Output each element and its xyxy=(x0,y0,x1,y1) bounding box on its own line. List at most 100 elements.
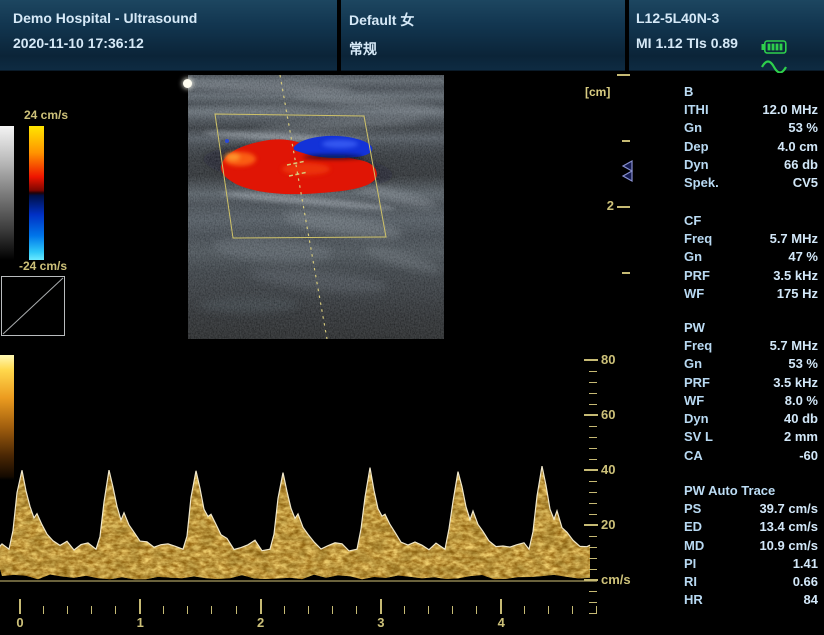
param-row: Gn53 % xyxy=(684,119,818,137)
param-label: ITHI xyxy=(684,102,709,117)
param-value: -60 xyxy=(799,448,818,463)
time-minor-tick xyxy=(187,606,188,614)
param-value: 66 db xyxy=(784,157,818,172)
param-label: Gn xyxy=(684,356,702,371)
param-label: PRF xyxy=(684,375,710,390)
velocity-minor-tick xyxy=(589,404,597,405)
gamma-curve-line xyxy=(3,278,63,334)
velocity-tick-label: cm/s xyxy=(601,572,631,588)
time-minor-tick xyxy=(548,606,549,614)
velocity-minor-tick xyxy=(589,371,597,372)
param-label: Freq xyxy=(684,231,712,246)
time-minor-tick xyxy=(524,606,525,614)
gamma-curve-box xyxy=(1,276,65,336)
bmode-image[interactable] xyxy=(188,75,444,339)
param-value: 175 Hz xyxy=(777,286,818,301)
velocity-tick-label: 80 xyxy=(601,352,615,368)
time-minor-tick xyxy=(163,606,164,614)
param-value: 0.66 xyxy=(793,574,818,589)
velocity-minor-tick xyxy=(589,459,597,460)
time-minor-tick xyxy=(284,606,285,614)
velocity-minor-tick xyxy=(589,591,597,592)
param-row: Gn53 % xyxy=(684,355,818,373)
param-row: PRF 3.5 kHz xyxy=(684,373,818,391)
hospital-name: Demo Hospital - Ultrasound xyxy=(13,10,337,26)
time-minor-tick xyxy=(428,606,429,614)
time-tick-label: 1 xyxy=(132,615,148,631)
depth-tick xyxy=(617,74,630,76)
time-tick-label: 2 xyxy=(253,615,269,631)
param-row: Freq 5.7 MHz xyxy=(684,229,818,247)
time-minor-tick xyxy=(211,606,212,614)
time-major-tick xyxy=(380,599,382,614)
velocity-minor-tick xyxy=(589,536,597,537)
orientation-marker-dot xyxy=(183,79,192,88)
velocity-major-tick xyxy=(584,469,598,471)
gray-map-bar xyxy=(0,126,14,260)
time-major-tick xyxy=(260,599,262,614)
param-value: 84 xyxy=(804,592,818,607)
time-minor-tick xyxy=(67,606,68,614)
param-row: Dyn40 db xyxy=(684,409,818,427)
velocity-major-tick xyxy=(584,524,598,526)
param-value: 5.7 MHz xyxy=(770,231,818,246)
panel-pw: PW Freq 5.7 MHz Gn53 % PRF 3.5 kHz WF 8.0 %Dyn4… xyxy=(684,318,818,464)
velocity-minor-tick xyxy=(589,426,597,427)
velocity-major-tick xyxy=(584,414,598,416)
param-row: PI1.41 xyxy=(684,554,818,572)
param-row: Dep4.0 cm xyxy=(684,137,818,155)
param-label: WF xyxy=(684,393,704,408)
velocity-major-tick xyxy=(584,359,598,361)
param-row: MD10.9 cm/s xyxy=(684,536,818,554)
param-row: PRF3.5 kHz xyxy=(684,266,818,284)
time-minor-tick xyxy=(236,606,237,614)
panel-title: PW xyxy=(684,318,818,336)
pw-spectrogram[interactable] xyxy=(0,348,600,586)
velocity-minor-tick xyxy=(589,514,597,515)
time-minor-tick xyxy=(43,606,44,614)
parameter-panel: BITHI12.0 MHzGn53 %Dep4.0 cmDyn66 dbSpek… xyxy=(684,0,818,635)
time-minor-tick xyxy=(356,606,357,614)
color-velocity-bar xyxy=(29,126,44,260)
velocity-tick-label: 60 xyxy=(601,407,615,423)
patient-preset: Default 女 xyxy=(349,10,625,30)
param-row: Freq 5.7 MHz xyxy=(684,336,818,354)
param-value: 3.5 kHz xyxy=(773,268,818,283)
ultrasound-screen: Demo Hospital - Ultrasound 2020-11-10 17… xyxy=(0,0,824,635)
depth-tick-label: 2 xyxy=(596,198,614,214)
param-value: 3.5 kHz xyxy=(773,375,818,390)
param-label: ED xyxy=(684,519,702,534)
velocity-minor-tick xyxy=(589,492,597,493)
depth-unit-label: [cm] xyxy=(585,85,610,99)
param-label: SV L xyxy=(684,429,713,444)
param-value: 10.9 cm/s xyxy=(759,538,818,553)
depth-tick xyxy=(622,140,630,142)
param-label: Dyn xyxy=(684,411,709,426)
param-row: SV L2 mm xyxy=(684,428,818,446)
param-value: 1.41 xyxy=(793,556,818,571)
param-value: 8.0 % xyxy=(785,393,818,408)
param-value: 53 % xyxy=(788,120,818,135)
param-label: PS xyxy=(684,501,701,516)
param-row: Gn47 % xyxy=(684,248,818,266)
exam-datetime: 2020-11-10 17:36:12 xyxy=(13,35,337,51)
param-label: Dyn xyxy=(684,157,709,172)
titlebar-section-hospital: Demo Hospital - Ultrasound 2020-11-10 17… xyxy=(0,0,337,71)
param-label: RI xyxy=(684,574,697,589)
panel-cf: CFFreq5.7 MHzGn47 %PRF3.5 kHzWF175 Hz xyxy=(684,211,818,302)
color-scale-min-label: -24 cm/s xyxy=(19,259,67,273)
focus-marker-icon[interactable] xyxy=(620,160,634,182)
param-value: 5.7 MHz xyxy=(770,338,818,353)
param-row: PS39.7 cm/s xyxy=(684,499,818,517)
exam-mode: 常规 xyxy=(349,39,625,59)
param-value: 4.0 cm xyxy=(778,139,818,154)
param-label: Freq xyxy=(684,338,712,353)
velocity-minor-tick xyxy=(589,448,597,449)
time-minor-tick xyxy=(596,606,597,614)
velocity-minor-tick xyxy=(589,503,597,504)
time-major-tick xyxy=(139,599,141,614)
param-row: RI 0.66 xyxy=(684,572,818,590)
panel-pw_auto_trace: PW Auto TracePS39.7 cm/sED13.4 cm/sMD10.… xyxy=(684,481,818,609)
velocity-tick-label: 20 xyxy=(601,517,615,533)
velocity-minor-tick xyxy=(589,393,597,394)
